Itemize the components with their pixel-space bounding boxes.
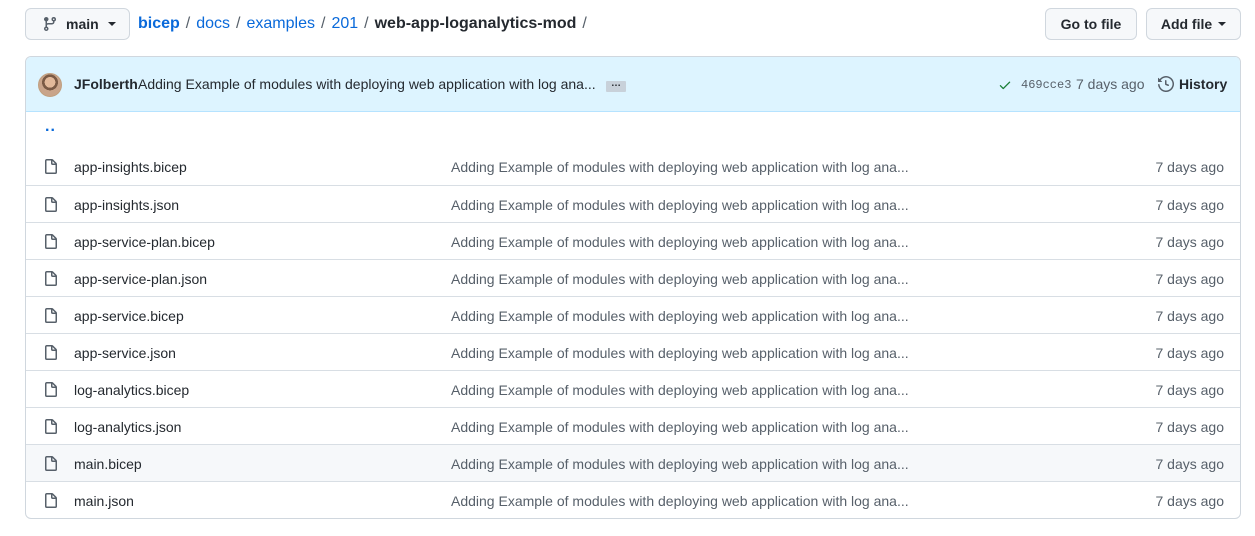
file-icon bbox=[43, 308, 59, 324]
file-row[interactable]: app-service.bicep Adding Example of modu… bbox=[26, 296, 1240, 333]
repo-toolbar: main bicep / docs / examples / 201 / web… bbox=[25, 8, 1241, 40]
file-row[interactable]: app-service.json Adding Example of modul… bbox=[26, 333, 1240, 370]
file-icon bbox=[43, 456, 59, 472]
file-icon bbox=[43, 159, 59, 175]
file-last-modified: 7 days ago bbox=[1155, 419, 1225, 435]
parent-directory-link[interactable]: .. bbox=[45, 118, 56, 136]
file-commit-message-link[interactable]: Adding Example of modules with deploying… bbox=[451, 419, 909, 435]
file-icon bbox=[43, 382, 59, 398]
parent-directory-row[interactable]: .. bbox=[26, 112, 1240, 148]
branch-selector-button[interactable]: main bbox=[25, 8, 130, 40]
file-row[interactable]: app-service-plan.json Adding Example of … bbox=[26, 259, 1240, 296]
file-last-modified: 7 days ago bbox=[1155, 382, 1225, 398]
file-last-modified: 7 days ago bbox=[1155, 271, 1225, 287]
breadcrumb-docs-link[interactable]: docs bbox=[196, 15, 230, 33]
latest-commit-bar: JFolberth Adding Example of modules with… bbox=[26, 57, 1240, 112]
file-commit-message-link[interactable]: Adding Example of modules with deploying… bbox=[451, 234, 909, 250]
file-row[interactable]: app-insights.bicep Adding Example of mod… bbox=[26, 148, 1240, 185]
file-commit-message-link[interactable]: Adding Example of modules with deploying… bbox=[451, 493, 909, 509]
breadcrumb-separator: / bbox=[236, 15, 241, 32]
breadcrumb-repo-link[interactable]: bicep bbox=[138, 15, 180, 33]
file-icon bbox=[43, 197, 59, 213]
file-last-modified: 7 days ago bbox=[1155, 456, 1225, 472]
file-last-modified: 7 days ago bbox=[1155, 308, 1225, 324]
breadcrumb-separator: / bbox=[320, 15, 326, 32]
expand-commit-message-button[interactable]: … bbox=[606, 79, 626, 92]
file-commit-message-link[interactable]: Adding Example of modules with deploying… bbox=[451, 271, 909, 287]
file-icon bbox=[43, 234, 59, 250]
file-last-modified: 7 days ago bbox=[1155, 493, 1225, 509]
check-icon[interactable] bbox=[998, 78, 1012, 92]
file-row[interactable]: app-service-plan.bicep Adding Example of… bbox=[26, 222, 1240, 259]
file-name-link[interactable]: app-service.bicep bbox=[74, 308, 184, 324]
file-commit-message-link[interactable]: Adding Example of modules with deploying… bbox=[451, 456, 909, 472]
file-commit-message-link[interactable]: Adding Example of modules with deploying… bbox=[451, 197, 909, 213]
file-name-link[interactable]: log-analytics.bicep bbox=[74, 382, 189, 398]
chevron-down-icon bbox=[107, 22, 116, 26]
file-icon bbox=[43, 493, 59, 509]
file-last-modified: 7 days ago bbox=[1155, 159, 1225, 175]
breadcrumb-201-link[interactable]: 201 bbox=[331, 15, 358, 33]
breadcrumb-separator: / bbox=[364, 15, 369, 32]
history-label: History bbox=[1179, 76, 1228, 92]
commit-message-link[interactable]: Adding Example of modules with deploying… bbox=[138, 76, 596, 92]
file-name-link[interactable]: app-insights.json bbox=[74, 197, 179, 213]
file-name-link[interactable]: main.bicep bbox=[74, 456, 142, 472]
go-to-file-button[interactable]: Go to file bbox=[1045, 8, 1137, 40]
commit-sha-link[interactable]: 469cce3 bbox=[1021, 78, 1071, 92]
breadcrumb-separator: / bbox=[185, 15, 191, 32]
file-icon bbox=[43, 345, 59, 361]
file-row[interactable]: main.json Adding Example of modules with… bbox=[26, 481, 1240, 518]
file-row[interactable]: app-insights.json Adding Example of modu… bbox=[26, 185, 1240, 222]
file-name-link[interactable]: app-insights.bicep bbox=[74, 159, 187, 175]
git-branch-icon bbox=[42, 16, 58, 32]
file-name-link[interactable]: app-service.json bbox=[74, 345, 176, 361]
commit-author-link[interactable]: JFolberth bbox=[74, 76, 138, 92]
add-file-label: Add file bbox=[1160, 16, 1213, 32]
file-list-box: JFolberth Adding Example of modules with… bbox=[25, 56, 1241, 519]
file-name-link[interactable]: app-service-plan.bicep bbox=[74, 234, 215, 250]
breadcrumb-examples-link[interactable]: examples bbox=[247, 15, 315, 33]
file-last-modified: 7 days ago bbox=[1155, 345, 1225, 361]
breadcrumb-current-folder: web-app-loganalytics-mod bbox=[374, 15, 577, 32]
file-commit-message-link[interactable]: Adding Example of modules with deploying… bbox=[451, 345, 909, 361]
breadcrumb: bicep / docs / examples / 201 / web-app-… bbox=[138, 8, 593, 40]
history-link[interactable]: History bbox=[1158, 76, 1227, 92]
avatar[interactable] bbox=[38, 73, 62, 97]
file-row[interactable]: main.bicep Adding Example of modules wit… bbox=[26, 444, 1240, 481]
file-icon bbox=[43, 419, 59, 435]
file-commit-message-link[interactable]: Adding Example of modules with deploying… bbox=[451, 308, 909, 324]
file-last-modified: 7 days ago bbox=[1155, 197, 1225, 213]
file-row[interactable]: log-analytics.bicep Adding Example of mo… bbox=[26, 370, 1240, 407]
history-icon bbox=[1158, 76, 1174, 92]
commit-time: 7 days ago bbox=[1076, 76, 1145, 92]
file-row[interactable]: log-analytics.json Adding Example of mod… bbox=[26, 407, 1240, 444]
breadcrumb-separator: / bbox=[582, 15, 587, 32]
add-file-button[interactable]: Add file bbox=[1146, 8, 1241, 40]
file-name-link[interactable]: log-analytics.json bbox=[74, 419, 181, 435]
file-icon bbox=[43, 271, 59, 287]
file-name-link[interactable]: app-service-plan.json bbox=[74, 271, 207, 287]
file-commit-message-link[interactable]: Adding Example of modules with deploying… bbox=[451, 159, 909, 175]
branch-name: main bbox=[66, 16, 99, 32]
file-commit-message-link[interactable]: Adding Example of modules with deploying… bbox=[451, 382, 909, 398]
chevron-down-icon bbox=[1218, 22, 1227, 26]
file-name-link[interactable]: main.json bbox=[74, 493, 134, 509]
file-last-modified: 7 days ago bbox=[1155, 234, 1225, 250]
